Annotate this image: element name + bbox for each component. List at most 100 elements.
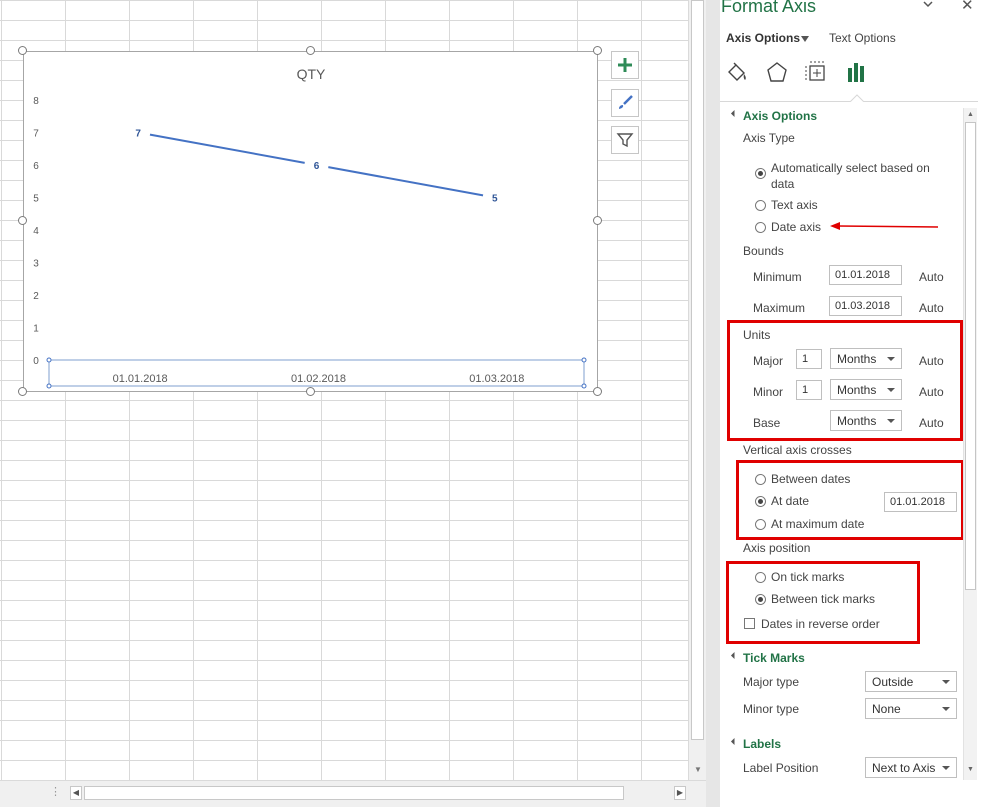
chart-area[interactable]: QTY 0 1 2 3 4 5 6 7 8 01.01.2018 01.02.2018 01.03.20… xyxy=(23,51,598,392)
minimum-bound-input[interactable]: 01.01.2018 xyxy=(829,265,902,285)
radio-text-axis-label[interactable]: Text axis xyxy=(771,198,818,212)
base-unit-dropdown[interactable]: Months xyxy=(830,410,902,431)
axis-selection-handle xyxy=(46,357,52,363)
chevron-down-icon xyxy=(887,388,895,392)
maximum-bound-input[interactable]: 01.03.2018 xyxy=(829,296,902,316)
resize-handle-top-left[interactable] xyxy=(18,46,27,55)
chart-styles-button[interactable] xyxy=(611,89,639,117)
size-properties-icon[interactable] xyxy=(804,60,830,86)
radio-between-dates-label[interactable]: Between dates xyxy=(771,472,850,486)
dates-reverse-order-label[interactable]: Dates in reverse order xyxy=(761,617,880,631)
minimum-auto-button[interactable]: Auto xyxy=(919,270,944,284)
x-tick-label: 01.02.2018 xyxy=(291,373,346,385)
base-auto-button[interactable]: Auto xyxy=(919,416,944,430)
chevron-down-icon xyxy=(942,766,950,770)
tab-text-options[interactable]: Text Options xyxy=(829,31,896,45)
resize-handle-bottom[interactable] xyxy=(306,387,315,396)
section-labels[interactable]: Labels xyxy=(743,737,781,751)
major-unit-label: Major xyxy=(753,354,784,368)
radio-at-maximum-date[interactable] xyxy=(755,519,766,530)
resize-handle-bottom-right[interactable] xyxy=(593,387,602,396)
y-tick-label: 3 xyxy=(33,259,39,270)
selected-category-pointer-icon xyxy=(850,94,864,102)
close-icon[interactable]: ✕ xyxy=(961,0,974,14)
minor-auto-button[interactable]: Auto xyxy=(919,385,944,399)
cross-at-date-input[interactable]: 01.01.2018 xyxy=(884,492,957,512)
data-label: 6 xyxy=(314,161,320,172)
minor-type-value: None xyxy=(872,702,901,716)
sheet-horizontal-scroll-thumb[interactable] xyxy=(84,786,624,800)
minor-type-dropdown[interactable]: None xyxy=(865,698,957,719)
scroll-right-arrow-icon[interactable]: ▶ xyxy=(674,786,686,800)
scroll-down-arrow-icon[interactable]: ▼ xyxy=(692,764,704,776)
category-icons-row xyxy=(720,56,978,102)
radio-date-axis[interactable] xyxy=(755,222,766,233)
minor-unit-input[interactable]: 1 xyxy=(796,380,822,400)
scroll-up-arrow-icon[interactable]: ▲ xyxy=(965,109,976,121)
radio-auto-axis-type-label[interactable]: Automatically select based on data xyxy=(771,160,930,192)
resize-handle-left[interactable] xyxy=(18,216,27,225)
section-collapse-icon[interactable] xyxy=(730,737,739,746)
section-collapse-icon[interactable] xyxy=(730,109,739,118)
effects-icon[interactable] xyxy=(764,60,790,86)
pane-vertical-scrollbar[interactable]: ▲ ▼ xyxy=(963,108,977,780)
axis-options-icon[interactable] xyxy=(844,60,870,86)
series-line-segment xyxy=(149,133,305,164)
major-unit-input[interactable]: 1 xyxy=(796,349,822,369)
resize-handle-top[interactable] xyxy=(306,46,315,55)
minor-type-label: Minor type xyxy=(743,702,800,716)
radio-at-date[interactable] xyxy=(755,496,766,507)
funnel-icon xyxy=(616,133,634,148)
major-unit-value: Months xyxy=(837,352,877,366)
fill-line-icon[interactable] xyxy=(724,60,750,86)
chart-filters-button[interactable] xyxy=(611,126,639,154)
radio-between-dates[interactable] xyxy=(755,474,766,485)
radio-at-maximum-date-label[interactable]: At maximum date xyxy=(771,517,864,531)
minor-unit-label: Minor xyxy=(753,385,784,399)
data-label: 5 xyxy=(492,194,498,205)
resize-handle-bottom-left[interactable] xyxy=(18,387,27,396)
major-unit-dropdown[interactable]: Months xyxy=(830,348,902,369)
pane-scroll-thumb[interactable] xyxy=(965,122,976,590)
major-auto-button[interactable]: Auto xyxy=(919,354,944,368)
section-tick-marks[interactable]: Tick Marks xyxy=(743,651,805,665)
tab-text-options-label: Text Options xyxy=(829,31,896,45)
major-type-value: Outside xyxy=(872,675,914,689)
tab-dropdown-caret-icon[interactable] xyxy=(801,36,809,42)
label-position-dropdown[interactable]: Next to Axis xyxy=(865,757,957,778)
radio-on-tick-marks-label[interactable]: On tick marks xyxy=(771,570,844,584)
resize-handle-right[interactable] xyxy=(593,216,602,225)
scroll-down-arrow-icon[interactable]: ▼ xyxy=(965,764,976,776)
radio-at-date-label[interactable]: At date xyxy=(771,494,809,508)
radio-on-tick-marks[interactable] xyxy=(755,572,766,583)
radio-auto-axis-type[interactable] xyxy=(755,168,766,179)
radio-text-axis[interactable] xyxy=(755,200,766,211)
sheet-horizontal-scrollbar[interactable]: ⋮ ◀ ▶ xyxy=(0,780,706,807)
y-tick-label: 8 xyxy=(33,96,39,107)
chart-elements-button[interactable] xyxy=(611,51,639,79)
y-tick-label: 7 xyxy=(33,129,39,140)
split-handle-icon[interactable]: ⋮ xyxy=(50,785,61,798)
major-type-dropdown[interactable]: Outside xyxy=(865,671,957,692)
section-collapse-icon[interactable] xyxy=(730,651,739,660)
y-tick-label: 2 xyxy=(33,291,39,302)
axis-selection-handle xyxy=(581,357,587,363)
maximum-auto-button[interactable]: Auto xyxy=(919,301,944,315)
resize-handle-top-right[interactable] xyxy=(593,46,602,55)
scroll-left-arrow-icon[interactable]: ◀ xyxy=(70,786,82,800)
section-axis-options[interactable]: Axis Options xyxy=(743,109,817,123)
radio-between-tick-marks[interactable] xyxy=(755,594,766,605)
sheet-vertical-scroll-thumb[interactable] xyxy=(691,0,704,740)
sheet-vertical-scrollbar[interactable]: ▼ xyxy=(688,0,706,780)
y-tick-label: 0 xyxy=(33,356,39,367)
line-chart: QTY 0 1 2 3 4 5 6 7 8 01.01.2018 01.02.2018 01.03.20… xyxy=(33,66,587,389)
series-line-segment xyxy=(328,166,484,197)
minor-unit-dropdown[interactable]: Months xyxy=(830,379,902,400)
radio-date-axis-label[interactable]: Date axis xyxy=(771,220,821,234)
dates-reverse-order-checkbox[interactable] xyxy=(744,618,755,629)
minor-unit-value: Months xyxy=(837,383,877,397)
radio-between-tick-marks-label[interactable]: Between tick marks xyxy=(771,592,875,606)
pane-options-chevron-icon[interactable] xyxy=(923,0,933,12)
tab-axis-options[interactable]: Axis Options xyxy=(726,31,800,45)
chevron-down-icon xyxy=(942,707,950,711)
